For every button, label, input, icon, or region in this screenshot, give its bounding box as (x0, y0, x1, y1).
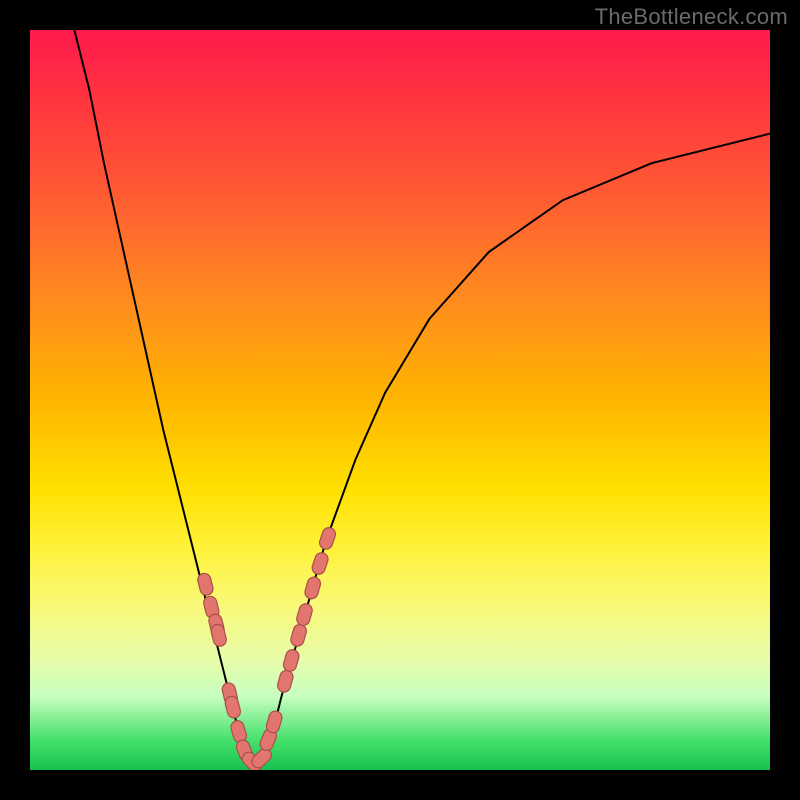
data-point (210, 623, 228, 647)
data-point (289, 623, 308, 648)
plot-area (30, 30, 770, 770)
curve-layer (30, 30, 770, 770)
data-point (310, 551, 329, 576)
data-point (196, 572, 214, 596)
data-point (303, 576, 322, 601)
data-point (224, 695, 242, 719)
data-point (276, 669, 294, 694)
chart-frame: TheBottleneck.com (0, 0, 800, 800)
data-point (282, 648, 301, 673)
data-point (318, 526, 337, 551)
data-point (265, 710, 284, 735)
data-point (295, 602, 314, 627)
watermark-text: TheBottleneck.com (595, 4, 788, 30)
bottleneck-curve (74, 30, 770, 763)
